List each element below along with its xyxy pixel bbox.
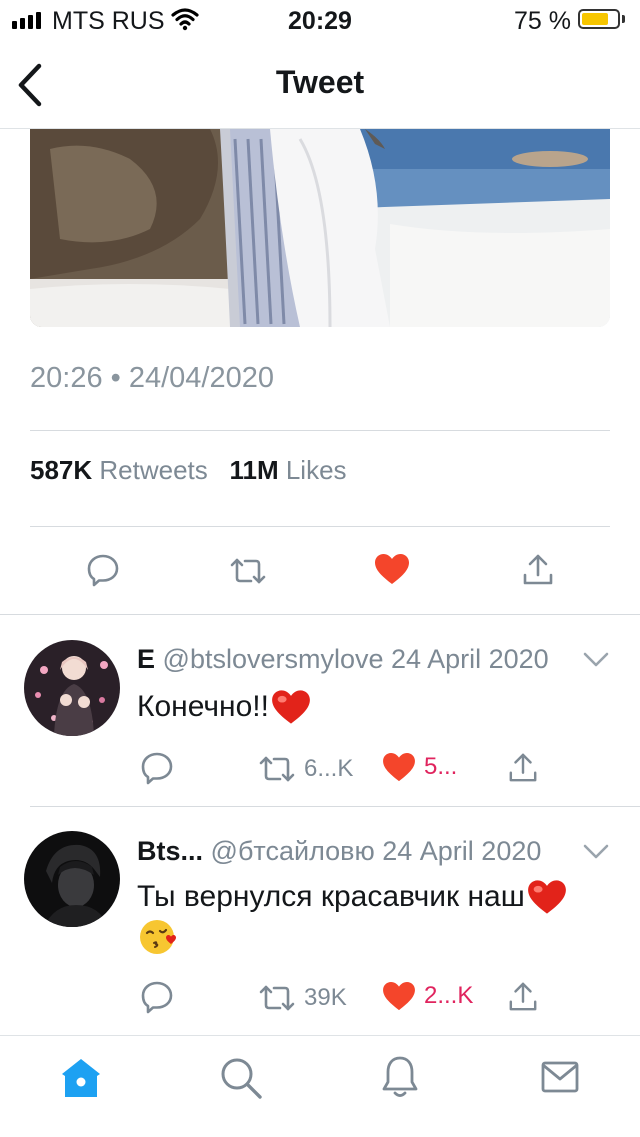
reply-text-line: Ты вернулся красавчик наш (137, 880, 525, 913)
battery-percent: 75 % (514, 7, 571, 35)
chevron-down-icon[interactable] (583, 844, 609, 860)
like-heart-icon (383, 752, 415, 782)
battery-icon (578, 9, 620, 29)
avatar[interactable] (24, 831, 120, 927)
red-heart-emoji-icon (527, 880, 566, 914)
kissing-face-emoji-icon (140, 920, 176, 954)
retweet-action[interactable]: 39K (258, 983, 347, 1013)
retweet-label[interactable]: Retweets (99, 455, 207, 485)
like-count: 2...K (424, 982, 474, 1009)
bottom-tab-bar (0, 1035, 640, 1137)
author-handle[interactable]: @бтсайловю (211, 836, 375, 866)
home-icon[interactable] (59, 1056, 103, 1100)
retweet-icon (259, 985, 295, 1011)
like-count[interactable]: 11M (229, 455, 278, 485)
reply-icon[interactable] (86, 553, 120, 587)
reply-text: Ты вернулся красавчик наш (137, 879, 567, 915)
reply-date: 24 April 2020 (382, 836, 542, 866)
reply-meta: Bts... @бтсайловю 24 April 2020 (137, 836, 541, 867)
reply-icon[interactable] (140, 980, 174, 1014)
like-label[interactable]: Likes (286, 455, 347, 485)
share-icon[interactable] (508, 752, 538, 784)
reply-item[interactable]: E @btsloversmylove 24 April 2020 Конечно… (0, 615, 640, 805)
red-heart-emoji-icon (272, 690, 310, 724)
retweet-icon[interactable] (229, 556, 267, 586)
page-title: Tweet (275, 64, 365, 100)
like-count: 5... (424, 753, 458, 780)
reply-text-line: Конечно!! (137, 690, 269, 723)
reply-item[interactable]: Bts... @бтсайловю 24 April 2020 Ты верну… (0, 807, 640, 1035)
author-name[interactable]: Bts... (137, 836, 203, 866)
retweet-action[interactable]: 6...K (258, 754, 353, 784)
author-handle[interactable]: @btsloversmylove (163, 644, 384, 674)
retweet-icon (259, 756, 295, 782)
tweet-media-image[interactable] (30, 129, 610, 327)
retweet-count[interactable]: 587K (30, 455, 92, 485)
status-bar: MTS RUS 20:29 75 % (0, 0, 640, 40)
messages-envelope-icon[interactable] (540, 1060, 580, 1094)
like-heart-icon (383, 981, 415, 1011)
chevron-down-icon[interactable] (583, 652, 609, 668)
retweet-count: 6...K (304, 755, 354, 782)
like-action[interactable]: 5... (382, 752, 457, 782)
notifications-bell-icon[interactable] (380, 1054, 420, 1100)
tweet-stats: 587K Retweets 11M Likes (30, 455, 347, 486)
battery-cap (622, 15, 625, 23)
reply-date: 24 April 2020 (391, 644, 549, 674)
like-heart-icon[interactable] (374, 553, 410, 585)
retweet-count: 39K (304, 984, 347, 1011)
avatar[interactable] (24, 640, 120, 736)
reply-meta: E @btsloversmylove 24 April 2020 (137, 644, 549, 675)
like-action[interactable]: 2...K (382, 981, 473, 1011)
share-icon[interactable] (508, 981, 538, 1013)
author-name[interactable]: E (137, 644, 155, 674)
reply-icon[interactable] (140, 751, 174, 785)
battery-level (582, 13, 608, 25)
divider (30, 526, 610, 527)
search-icon[interactable] (219, 1056, 263, 1100)
share-icon[interactable] (522, 553, 554, 587)
reply-text: Конечно!! (137, 689, 311, 725)
tweet-timestamp: 20:26 • 24/04/2020 (30, 362, 274, 394)
divider (30, 430, 610, 431)
